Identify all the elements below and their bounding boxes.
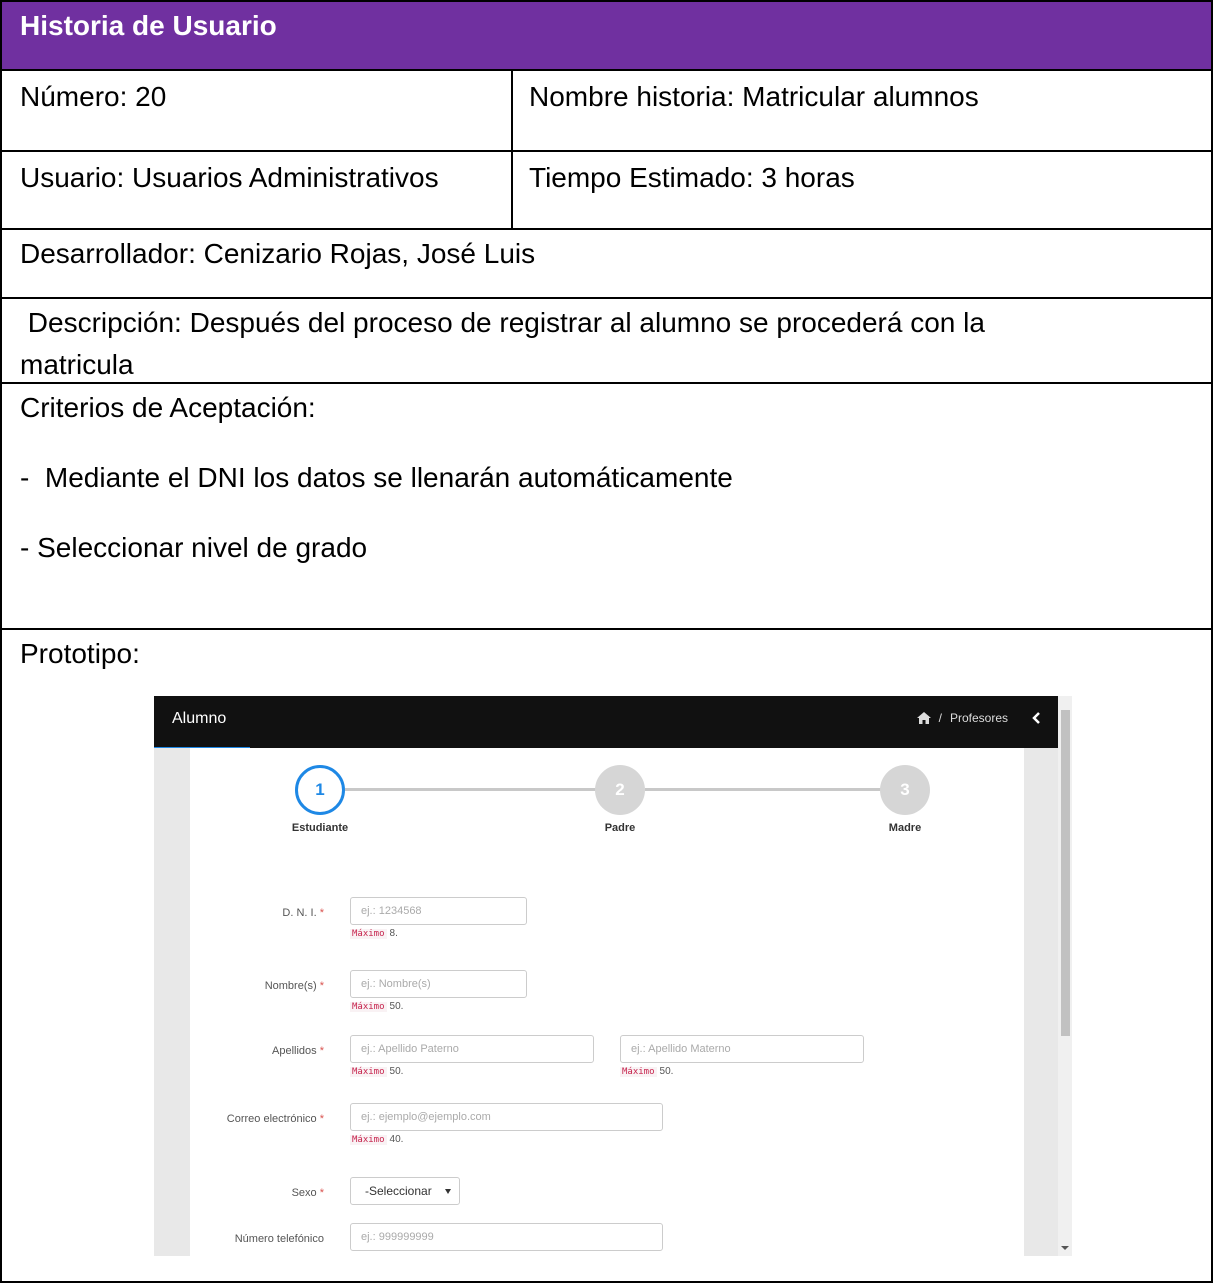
dni-hint: Máximo 8. <box>350 928 398 939</box>
step-label-padre: Padre <box>604 822 636 834</box>
step-2[interactable]: 2 <box>595 765 645 815</box>
numero-cell: Número: 20 <box>2 71 513 150</box>
apellidos-label: Apellidos * <box>272 1045 324 1057</box>
correo-hint: Máximo 40. <box>350 1134 404 1145</box>
sexo-selected-value: -Seleccionar <box>365 1184 432 1198</box>
criterio-item: - Seleccionar nivel de grado <box>20 532 368 563</box>
sexo-select[interactable]: -Seleccionar <box>350 1177 460 1205</box>
story-header-row: Historia de Usuario <box>2 2 1211 71</box>
right-gutter <box>1024 748 1058 1256</box>
step-3[interactable]: 3 <box>880 765 930 815</box>
form-panel: 1 2 3 Estudiante Padre Madre D. N. I. * … <box>190 748 1024 1256</box>
descripcion-line-1: Descripción: Después del proceso de regi… <box>20 307 985 338</box>
row-user-time: Usuario: Usuarios Administrativos Tiempo… <box>2 152 1211 230</box>
step-1[interactable]: 1 <box>295 765 345 815</box>
home-icon[interactable] <box>916 712 931 724</box>
apellido-paterno-input[interactable]: ej.: Apellido Paterno <box>350 1035 594 1063</box>
tiempo-cell: Tiempo Estimado: 3 horas <box>529 162 855 193</box>
prototipo-label: Prototipo: <box>20 638 140 669</box>
caret-down-icon <box>445 1189 451 1194</box>
desarrollador-text: Desarrollador: Cenizario Rojas, José Lui… <box>20 238 536 269</box>
telefono-label: Número telefónico <box>234 1233 324 1245</box>
correo-input[interactable]: ej.: ejemplo@ejemplo.com <box>350 1103 663 1131</box>
row-description: Descripción: Después del proceso de regi… <box>2 299 1211 384</box>
step-connector <box>345 788 605 791</box>
step-label-estudiante: Estudiante <box>291 822 349 834</box>
nombre-hint: Máximo 50. <box>350 1001 404 1012</box>
row-developer: Desarrollador: Cenizario Rojas, José Lui… <box>2 230 1211 299</box>
breadcrumb-profesores[interactable]: Profesores <box>950 711 1008 725</box>
prototype-screenshot: Alumno / Profesores 1 2 3 Estudiante Pad… <box>154 696 1072 1256</box>
user-story-table: Historia de Usuario Número: 20 Nombre hi… <box>0 0 1213 1283</box>
usuario-cell: Usuario: Usuarios Administrativos <box>2 152 513 228</box>
prototype-title: Alumno <box>172 710 227 727</box>
nombre-input[interactable]: ej.: Nombre(s) <box>350 970 527 998</box>
apellido-materno-input[interactable]: ej.: Apellido Materno <box>620 1035 864 1063</box>
nombre-historia-cell: Nombre historia: Matricular alumnos <box>529 81 979 112</box>
step-label-madre: Madre <box>888 822 922 834</box>
breadcrumb: / Profesores <box>916 711 1040 725</box>
correo-label: Correo electrónico * <box>226 1113 324 1125</box>
prototype-topbar: Alumno / Profesores <box>154 696 1058 751</box>
scroll-down-icon[interactable] <box>1061 1246 1069 1250</box>
breadcrumb-separator: / <box>938 711 942 725</box>
criterio-item: - Mediante el DNI los datos se llenarán … <box>20 462 733 493</box>
chevron-left-icon[interactable] <box>1032 712 1040 724</box>
story-title: Historia de Usuario <box>20 10 277 41</box>
nombre-label: Nombre(s) * <box>264 980 324 992</box>
criterios-heading: Criterios de Aceptación: <box>20 392 316 423</box>
telefono-input[interactable]: ej.: 999999999 <box>350 1223 663 1251</box>
sexo-label: Sexo * <box>291 1187 324 1199</box>
row-number-name: Número: 20 Nombre historia: Matricular a… <box>2 71 1211 152</box>
scrollbar[interactable] <box>1058 696 1072 1256</box>
dni-input[interactable]: ej.: 1234568 <box>350 897 527 925</box>
apellido-materno-hint: Máximo 50. <box>620 1066 674 1077</box>
dni-label: D. N. I. * <box>282 907 324 919</box>
row-acceptance-criteria: Criterios de Aceptación: - Mediante el D… <box>2 384 1211 630</box>
step-connector <box>645 788 890 791</box>
scrollbar-thumb[interactable] <box>1061 710 1070 1036</box>
left-gutter <box>154 748 190 1256</box>
apellido-paterno-hint: Máximo 50. <box>350 1066 404 1077</box>
descripcion-line-2: matricula <box>20 349 134 380</box>
